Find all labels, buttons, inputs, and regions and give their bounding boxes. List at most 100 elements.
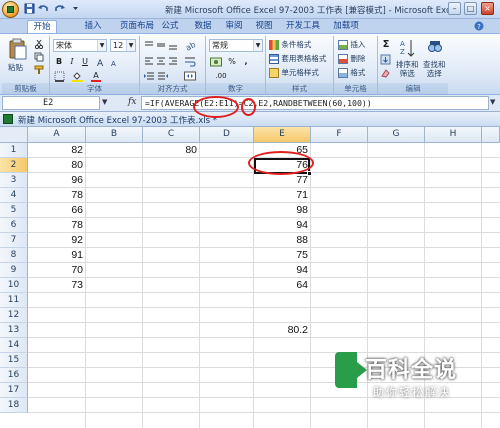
row-header-2[interactable]: 2 (0, 158, 28, 173)
font-name-combo[interactable]: 宋体 ▼ (53, 39, 107, 52)
clear-icon[interactable] (380, 68, 391, 79)
redo-icon[interactable] (54, 3, 65, 14)
row-header-18[interactable]: 18 (0, 398, 28, 413)
increase-decimal-button[interactable]: .00 (210, 70, 232, 82)
cell-a9[interactable]: 70 (28, 263, 86, 278)
undo-icon[interactable] (38, 3, 49, 14)
row-header-7[interactable]: 7 (0, 233, 28, 248)
column-header-d[interactable]: D (200, 127, 254, 143)
cell-a8[interactable]: 91 (28, 248, 86, 263)
tab-data[interactable]: 数据 (190, 20, 216, 34)
tab-review[interactable]: 审阅 (221, 20, 247, 34)
tab-home[interactable]: 开始 (27, 20, 57, 34)
cell-c1[interactable]: 80 (143, 143, 200, 158)
vertical-align-icons[interactable] (144, 40, 180, 50)
italic-button[interactable]: I (66, 56, 78, 68)
cell-a5[interactable]: 66 (28, 203, 86, 218)
column-header-partial[interactable] (482, 127, 500, 143)
column-header-a[interactable]: A (28, 127, 86, 143)
fill-handle[interactable] (307, 171, 312, 176)
format-cells-button[interactable]: 格式 (338, 67, 365, 78)
sort-filter-button[interactable]: 排序和 筛选 (396, 60, 419, 78)
format-as-table-button[interactable]: 套用表格格式 (269, 53, 326, 64)
row-header-13[interactable]: 13 (0, 323, 28, 338)
sort-filter-icon[interactable]: AZ (400, 38, 416, 58)
cell-a4[interactable]: 78 (28, 188, 86, 203)
horizontal-align-icons[interactable] (144, 56, 180, 66)
row-header-8[interactable]: 8 (0, 248, 28, 263)
cell-e10[interactable]: 64 (254, 278, 311, 293)
find-select-icon[interactable] (426, 38, 444, 58)
cell-a7[interactable]: 92 (28, 233, 86, 248)
column-header-f[interactable]: F (311, 127, 368, 143)
row-header-5[interactable]: 5 (0, 203, 28, 218)
chevron-down-icon[interactable]: ▼ (102, 98, 107, 106)
underline-button[interactable]: U (79, 56, 91, 68)
borders-icon[interactable] (54, 71, 65, 82)
maximize-button[interactable]: □ (464, 2, 477, 15)
cell-a2[interactable]: 80 (28, 158, 86, 173)
row-header-6[interactable]: 6 (0, 218, 28, 233)
customize-qat-icon[interactable] (70, 3, 81, 14)
cell-a6[interactable]: 78 (28, 218, 86, 233)
cell-e13[interactable]: 80.2 (254, 323, 311, 338)
row-header-10[interactable]: 10 (0, 278, 28, 293)
number-format-combo[interactable]: 常规 ▼ (209, 39, 263, 52)
cell-styles-button[interactable]: 单元格样式 (269, 67, 319, 78)
copy-icon[interactable] (34, 52, 44, 62)
autosum-button[interactable]: Σ (380, 39, 392, 51)
cell-a1[interactable]: 82 (28, 143, 86, 158)
column-header-c[interactable]: C (143, 127, 200, 143)
cell-e5[interactable]: 98 (254, 203, 311, 218)
row-header-11[interactable]: 11 (0, 293, 28, 308)
column-header-h[interactable]: H (425, 127, 482, 143)
shrink-font-icon[interactable]: A (109, 57, 119, 67)
tab-formulas[interactable]: 公式 (157, 20, 183, 34)
insert-cells-button[interactable]: 插入 (338, 39, 365, 50)
cell-a3[interactable]: 96 (28, 173, 86, 188)
tab-insert[interactable]: 插入 (80, 20, 106, 34)
row-header-4[interactable]: 4 (0, 188, 28, 203)
row-header-3[interactable]: 3 (0, 173, 28, 188)
cell-e7[interactable]: 88 (254, 233, 311, 248)
fill-color-icon[interactable] (72, 71, 83, 82)
row-header-17[interactable]: 17 (0, 383, 28, 398)
format-painter-icon[interactable] (34, 65, 44, 75)
comma-style-button[interactable]: , (240, 56, 252, 68)
row-header-9[interactable]: 9 (0, 263, 28, 278)
merge-center-icon[interactable] (184, 70, 196, 82)
row-header-14[interactable]: 14 (0, 338, 28, 353)
fill-icon[interactable] (380, 54, 391, 65)
cell-e9[interactable]: 94 (254, 263, 311, 278)
minimize-button[interactable]: – (448, 2, 461, 15)
column-header-g[interactable]: G (368, 127, 425, 143)
cell-a10[interactable]: 73 (28, 278, 86, 293)
column-header-e[interactable]: E (254, 127, 311, 143)
save-icon[interactable] (24, 3, 35, 14)
cell-e4[interactable]: 71 (254, 188, 311, 203)
select-all-button[interactable] (0, 127, 28, 143)
orientation-icon[interactable]: ab (184, 39, 196, 51)
tab-developer[interactable]: 开发工具 (281, 20, 325, 34)
conditional-formatting-button[interactable]: 条件格式 (269, 39, 311, 50)
column-header-b[interactable]: B (86, 127, 143, 143)
tab-view[interactable]: 视图 (251, 20, 277, 34)
cell-e8[interactable]: 75 (254, 248, 311, 263)
tab-add-ins[interactable]: 加载项 (328, 20, 364, 34)
find-select-button[interactable]: 查找和 选择 (423, 60, 446, 78)
name-box[interactable]: E2 (2, 96, 100, 110)
bold-button[interactable]: B (53, 56, 65, 68)
office-button[interactable] (2, 1, 19, 18)
font-size-combo[interactable]: 12 ▼ (110, 39, 136, 52)
indent-icons[interactable] (144, 71, 168, 81)
delete-cells-button[interactable]: 删除 (338, 53, 365, 64)
wrap-text-icon[interactable] (184, 55, 196, 67)
font-color-button[interactable]: A (90, 70, 102, 82)
row-header-16[interactable]: 16 (0, 368, 28, 383)
cut-icon[interactable] (34, 39, 44, 49)
tab-page-layout[interactable]: 页面布局 (113, 20, 161, 34)
cell-e6[interactable]: 94 (254, 218, 311, 233)
cell-e3[interactable]: 77 (254, 173, 311, 188)
paste-icon[interactable] (8, 38, 28, 60)
row-header-15[interactable]: 15 (0, 353, 28, 368)
